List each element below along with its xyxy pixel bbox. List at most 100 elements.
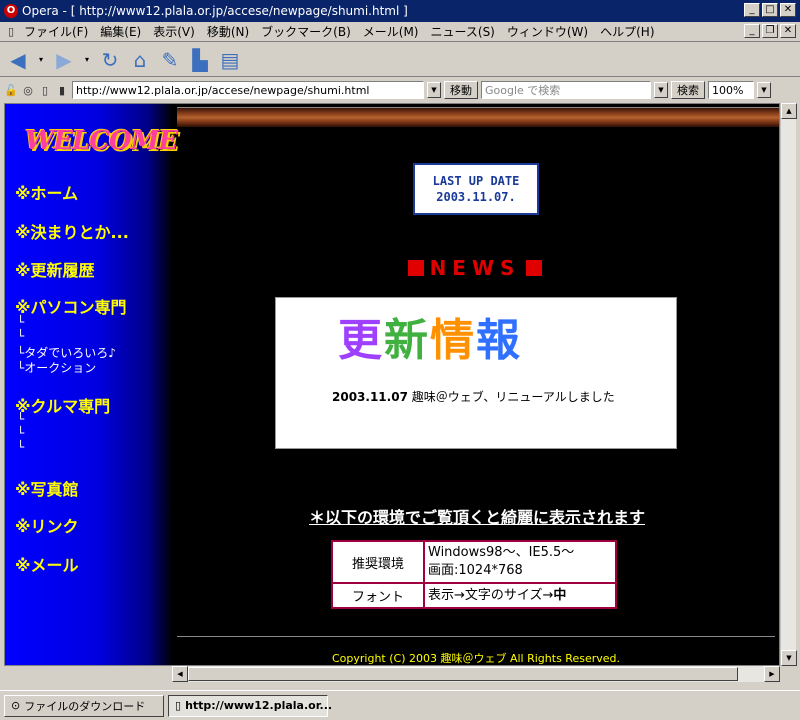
search-input[interactable]: Google で検索 — [481, 81, 651, 99]
update-title-char: 情 — [430, 315, 476, 366]
minimize-button[interactable]: _ — [744, 3, 760, 17]
divider — [177, 636, 775, 637]
nav-photo[interactable]: ※写真館 — [15, 476, 79, 500]
menu-view[interactable]: 表示(V) — [147, 23, 201, 40]
env-font-path: 表示→文字のサイズ→ — [428, 587, 554, 603]
env-os-value: Windows98〜、IE5.5〜 — [428, 545, 575, 560]
nav-pc-auction[interactable]: └オークション — [17, 359, 96, 376]
vertical-scrollbar[interactable]: ▲ ▼ — [780, 103, 797, 666]
nav-rules[interactable]: ※決まりとか... — [15, 219, 129, 243]
nav-pc-sub-1[interactable]: └ — [17, 315, 24, 329]
table-row: 推奨環境 Windows98〜、IE5.5〜 画面:1024*768 — [333, 542, 615, 582]
address-input[interactable]: http://www12.plala.or.jp/accese/newpage/… — [72, 81, 424, 99]
menu-help[interactable]: ヘルプ(H) — [594, 23, 660, 40]
page-viewport: WELCOME ※ホーム ※決まりとか... ※更新履歴 ※パソコン専門 └ └… — [4, 103, 780, 666]
news-entry-date: 2003.11.07 — [332, 390, 408, 404]
scroll-up-button[interactable]: ▲ — [781, 103, 797, 119]
back-button[interactable]: ◀ — [6, 48, 30, 72]
menu-news[interactable]: ニュース(S) — [424, 23, 500, 40]
print-preview-button[interactable]: ▤ — [218, 48, 242, 72]
window-titlebar: O Opera - [ http://www12.plala.or.jp/acc… — [0, 0, 800, 22]
tab-downloads[interactable]: ⊙ ファイルのダウンロード — [4, 694, 164, 717]
news-entry-text: 趣味＠ウェブ、リニューアルしました — [411, 390, 615, 404]
env-value-recommended: Windows98〜、IE5.5〜 画面:1024*768 — [425, 542, 615, 582]
address-toolbar: 🔓 ◎ ▯ ▮ http://www12.plala.or.jp/accese/… — [0, 78, 800, 102]
back-history-button[interactable]: ▾ — [36, 48, 46, 72]
environment-table: 推奨環境 Windows98〜、IE5.5〜 画面:1024*768 フォント … — [331, 540, 617, 609]
forward-arrow-icon: ▶ — [56, 47, 72, 72]
last-update-box: LAST UP DATE 2003.11.07. — [413, 163, 539, 215]
welcome-logo: WELCOME — [25, 126, 178, 156]
tab-downloads-label: ファイルのダウンロード — [24, 699, 146, 713]
home-icon: ⌂ — [133, 47, 147, 72]
lock-icon[interactable]: 🔓 — [4, 83, 18, 97]
nav-pc-sub-2[interactable]: └ — [17, 329, 24, 343]
opera-icon: O — [4, 3, 18, 18]
red-square-icon — [407, 260, 424, 276]
tab-current-label: http://www12.plala.or... — [185, 699, 333, 712]
news-title: NEWS — [429, 256, 521, 280]
menu-bookmarks[interactable]: ブックマーク(B) — [255, 23, 357, 40]
nav-links[interactable]: ※リンク — [15, 513, 79, 537]
menu-file[interactable]: ファイル(F) — [18, 23, 94, 40]
env-label-recommended: 推奨環境 — [333, 542, 423, 582]
sidebar: WELCOME ※ホーム ※決まりとか... ※更新履歴 ※パソコン専門 └ └… — [5, 104, 178, 665]
doc-close-button[interactable]: ✕ — [780, 24, 796, 38]
header-banner — [177, 107, 779, 127]
menu-navigate[interactable]: 移動(N) — [201, 23, 255, 40]
window-title: Opera - [ http://www12.plala.or.jp/acces… — [22, 3, 408, 18]
scroll-right-button[interactable]: ▶ — [764, 666, 780, 682]
page-icon: ▯ — [7, 25, 15, 38]
environment-heading: ＊以下の環境でご覧頂くと綺麗に表示されます — [309, 508, 646, 527]
reload-icon: ↻ — [101, 47, 119, 72]
menu-window[interactable]: ウィンドウ(W) — [501, 23, 594, 40]
nav-car-sub-3[interactable]: └ — [17, 440, 24, 454]
env-font-size: 中 — [553, 587, 567, 603]
nav-history[interactable]: ※更新履歴 — [15, 257, 95, 281]
nav-pc[interactable]: ※パソコン専門 — [15, 294, 127, 318]
last-update-label: LAST UP DATE — [432, 174, 520, 188]
print-icon: ▙ — [192, 47, 208, 72]
menu-edit[interactable]: 編集(E) — [94, 23, 147, 40]
hotlist-button[interactable]: ✎ — [158, 48, 182, 72]
zoom-dropdown[interactable]: ▼ — [757, 82, 771, 98]
document-icon[interactable]: ▯ — [38, 83, 52, 97]
close-button[interactable]: ✕ — [780, 3, 796, 17]
menu-mail[interactable]: メール(M) — [357, 23, 425, 40]
env-screen-value: 画面:1024*768 — [428, 563, 523, 578]
horizontal-scroll-thumb[interactable] — [188, 667, 738, 681]
page-info-icon[interactable]: ▮ — [55, 83, 69, 97]
status-bar: ⊙ ファイルのダウンロード ▯ http://www12.plala.or... — [0, 690, 800, 720]
nav-mail[interactable]: ※メール — [15, 552, 79, 576]
scroll-down-button[interactable]: ▼ — [781, 650, 797, 666]
back-arrow-icon: ◀ — [10, 47, 26, 72]
nav-home[interactable]: ※ホーム — [15, 180, 78, 204]
nav-car-sub-2[interactable]: └ — [17, 426, 24, 440]
zoom-input[interactable]: 100% — [708, 81, 754, 99]
search-button[interactable]: 検索 — [671, 81, 705, 99]
tab-current-page[interactable]: ▯ http://www12.plala.or... — [168, 694, 332, 717]
go-button[interactable]: 移動 — [444, 81, 478, 99]
page-icon: ▯ — [175, 699, 182, 712]
news-entry: 2003.11.07 趣味＠ウェブ、リニューアルしました — [332, 388, 615, 405]
news-box: 更新情報 2003.11.07 趣味＠ウェブ、リニューアルしました — [275, 297, 677, 449]
doc-restore-button[interactable]: ❐ — [762, 24, 778, 38]
reload-button[interactable]: ↻ — [98, 48, 122, 72]
forward-history-button[interactable]: ▾ — [82, 48, 92, 72]
cookie-icon[interactable]: ◎ — [21, 83, 35, 97]
nav-car[interactable]: ※クルマ専門 — [15, 393, 110, 417]
search-engine-dropdown[interactable]: ▼ — [654, 82, 668, 98]
hotlist-icon: ✎ — [161, 47, 179, 72]
nav-car-sub-1[interactable]: └ — [17, 412, 24, 426]
env-label-font: フォント — [333, 584, 423, 607]
navigation-toolbar: ◀ ▾ ▶ ▾ ↻ ⌂ ✎ ▙ ▤ — [0, 43, 800, 77]
print-button[interactable]: ▙ — [188, 48, 212, 72]
home-button[interactable]: ⌂ — [128, 48, 152, 72]
scroll-left-button[interactable]: ◀ — [172, 666, 188, 682]
forward-button[interactable]: ▶ — [52, 48, 76, 72]
address-dropdown-button[interactable]: ▼ — [427, 82, 441, 98]
doc-minimize-button[interactable]: _ — [744, 24, 760, 38]
menu-bar: ▯ ファイル(F) 編集(E) 表示(V) 移動(N) ブックマーク(B) メー… — [0, 22, 800, 42]
maximize-button[interactable]: □ — [762, 3, 778, 17]
copyright-text: Copyright (C) 2003 趣味＠ウェブ All Rights Res… — [331, 652, 620, 665]
